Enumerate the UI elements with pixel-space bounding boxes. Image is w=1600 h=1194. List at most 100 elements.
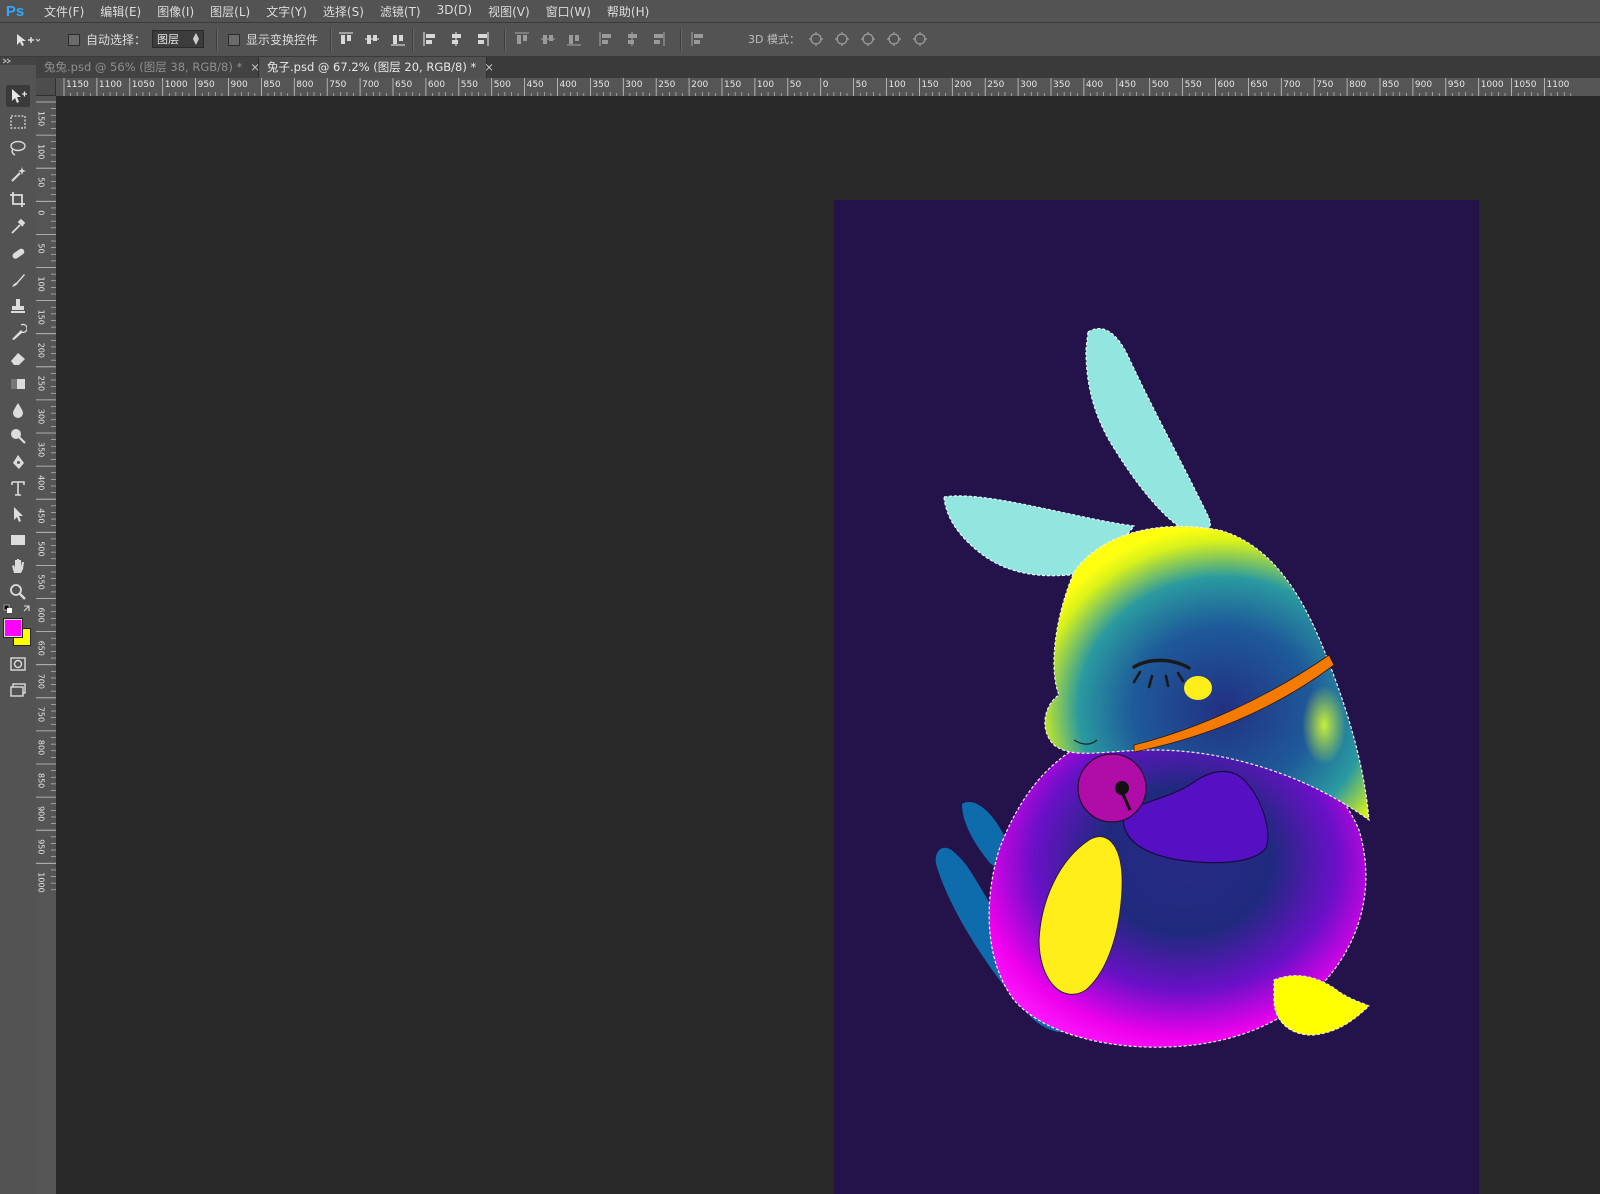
tool-lasso[interactable] — [6, 137, 30, 159]
panel-collapse-strip[interactable] — [0, 57, 36, 65]
tool-move[interactable] — [6, 85, 30, 107]
ruler-v-label: 100 — [37, 277, 46, 292]
artboard[interactable] — [834, 200, 1479, 1194]
ruler-h-label: 450 — [1119, 80, 1136, 90]
auto-select-checkbox-box[interactable] — [68, 33, 80, 46]
menu-item[interactable]: 选择(S) — [315, 3, 372, 20]
show-transform-checkbox-box[interactable] — [228, 33, 240, 46]
ruler-h-label: 1150 — [66, 80, 89, 90]
tool-healing-brush[interactable] — [6, 243, 30, 265]
ruler-h-label: 500 — [1152, 80, 1169, 90]
dropdown-arrows-icon: ▲ ▼ — [192, 31, 199, 46]
align-top-icon[interactable] — [338, 31, 354, 47]
ruler-h-label: 450 — [527, 80, 544, 90]
tool-magic-wand[interactable] — [6, 163, 30, 185]
tool-crop[interactable] — [6, 189, 30, 211]
3d-pan-icon[interactable] — [860, 31, 876, 47]
distribute-left-icon[interactable] — [598, 31, 614, 47]
tool-rectangle[interactable] — [6, 529, 30, 551]
type-icon — [11, 481, 25, 496]
ruler-v-label: 950 — [37, 839, 46, 854]
tool-type[interactable] — [6, 477, 30, 499]
tool-quick-mask[interactable] — [6, 653, 30, 675]
tool-dodge[interactable] — [6, 425, 30, 447]
3d-rotate-icon[interactable] — [808, 31, 824, 47]
tool-gradient[interactable] — [6, 373, 30, 395]
document-tab-inactive[interactable]: 兔兔.psd @ 56% (图层 38, RGB/8) * × — [36, 57, 260, 78]
ruler-h-label: 900 — [231, 80, 248, 90]
ruler-h-label: 650 — [395, 80, 412, 90]
options-bar: 自动选择： 图层 ▲ ▼ 显示变换控件 3D 模式： — [0, 23, 1600, 57]
ruler-v-label: 50 — [37, 177, 46, 187]
menu-item[interactable]: 视图(V) — [480, 3, 538, 20]
tool-screen-mode[interactable] — [6, 679, 30, 701]
separator — [680, 29, 682, 51]
align-bottom-icon[interactable] — [390, 31, 406, 47]
vertical-ruler[interactable]: 150 100 50 0 50 100 150 200 250 300 350 400 450 500 55… — [36, 96, 57, 1194]
document-tab-active[interactable]: 兔子.psd @ 67.2% (图层 20, RGB/8) * × — [259, 57, 494, 78]
color-swap-controls[interactable] — [2, 603, 34, 613]
tool-blur[interactable] — [6, 399, 30, 421]
foreground-color-swatch[interactable] — [3, 618, 23, 638]
rabbit-ear-right — [1085, 327, 1211, 535]
3d-roll-icon[interactable] — [834, 31, 850, 47]
align-right-icon[interactable] — [474, 31, 490, 47]
menu-item[interactable]: 窗口(W) — [538, 3, 599, 20]
tool-brush[interactable] — [6, 269, 30, 291]
auto-align-icon[interactable] — [690, 31, 706, 47]
dodge-icon — [11, 429, 26, 444]
tool-zoom[interactable] — [6, 581, 30, 603]
auto-select-dropdown[interactable]: 图层 ▲ ▼ — [152, 30, 204, 48]
horizontal-ruler[interactable]: 1150 1100 1050 1000 950 900 850 800 750 700 650 600… — [56, 78, 1600, 97]
menu-item[interactable]: 图层(L) — [202, 3, 258, 20]
ruler-origin[interactable] — [36, 78, 56, 96]
ruler-h-label: 100 — [757, 80, 774, 90]
align-left-icon[interactable] — [422, 31, 438, 47]
ruler-h-label: 400 — [1086, 80, 1103, 90]
menu-item[interactable]: 编辑(E) — [92, 3, 149, 20]
tool-clone-stamp[interactable] — [6, 295, 30, 317]
menu-item[interactable]: 帮助(H) — [599, 3, 657, 20]
vertical-ruler-ticks: 1501005005010015020025030035040045050055… — [36, 101, 56, 893]
auto-select-value: 图层 — [157, 33, 179, 46]
ruler-h-label: 1000 — [165, 80, 188, 90]
menu-item[interactable]: 文件(F) — [36, 3, 92, 20]
ruler-h-label: 100 — [889, 80, 906, 90]
tool-eraser[interactable] — [6, 347, 30, 369]
distribute-hcenter-icon[interactable] — [624, 31, 640, 47]
ruler-h-label: 750 — [329, 80, 346, 90]
tool-path-selection[interactable] — [6, 503, 30, 525]
ruler-h-label: 150 — [921, 80, 938, 90]
tool-preset-picker[interactable] — [14, 23, 54, 56]
distribute-bottom-icon[interactable] — [566, 31, 582, 47]
align-vcenter-icon[interactable] — [364, 31, 380, 47]
menu-item[interactable]: 图像(I) — [149, 3, 202, 20]
show-transform-checkbox[interactable]: 显示变换控件 — [228, 23, 318, 56]
app-logo[interactable]: Ps — [0, 3, 30, 20]
distribute-vcenter-icon[interactable] — [540, 31, 556, 47]
ruler-v-label: 600 — [37, 608, 46, 623]
ruler-h-label: 950 — [198, 80, 215, 90]
tool-history-brush[interactable] — [6, 321, 30, 343]
tool-eyedropper[interactable] — [6, 215, 30, 237]
rabbit-bell — [1077, 753, 1147, 823]
canvas-workspace[interactable] — [56, 96, 1600, 1194]
menu-item[interactable]: 文字(Y) — [258, 3, 315, 20]
ruler-h-label: 750 — [1316, 80, 1333, 90]
menu-item[interactable]: 滤镜(T) — [372, 3, 429, 20]
menu-item[interactable]: 3D(D) — [429, 3, 480, 20]
3d-slide-icon[interactable] — [886, 31, 902, 47]
tool-pen[interactable] — [6, 451, 30, 473]
align-hcenter-icon[interactable] — [448, 31, 464, 47]
distribute-top-icon[interactable] — [514, 31, 530, 47]
ruler-h-label: 600 — [1218, 80, 1235, 90]
distribute-right-icon[interactable] — [650, 31, 666, 47]
tool-hand[interactable] — [6, 555, 30, 577]
auto-select-checkbox[interactable]: 自动选择： — [68, 23, 146, 56]
path-selection-icon — [14, 507, 23, 522]
tool-marquee[interactable] — [6, 111, 30, 133]
gradient-icon — [11, 379, 25, 389]
ruler-v-label: 350 — [37, 442, 46, 457]
3d-scale-icon[interactable] — [912, 31, 928, 47]
close-icon[interactable]: × — [484, 60, 494, 74]
